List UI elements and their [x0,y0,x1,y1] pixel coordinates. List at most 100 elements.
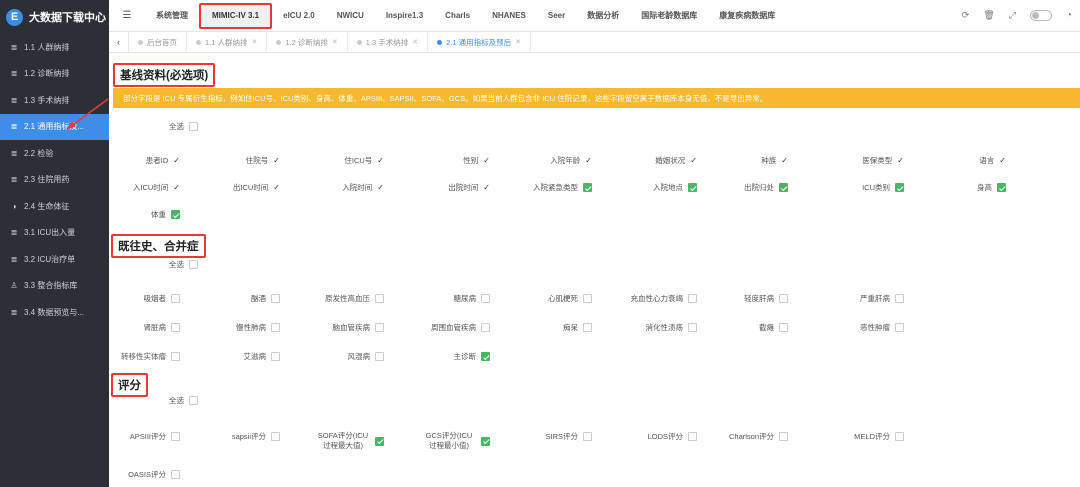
baseline-select-all[interactable]: 全选 [169,121,198,132]
checkbox[interactable] [375,323,384,332]
close-icon[interactable]: ✕ [332,38,338,46]
checkbox[interactable] [189,396,198,405]
sidebar-item[interactable]: ≣ 2.1 通用指标及... [0,113,109,140]
checkbox[interactable] [895,323,904,332]
tab[interactable]: 1.2 诊断纳排 ✕ [267,31,348,53]
close-icon[interactable]: ✕ [515,38,521,46]
field-option[interactable]: 截瘫 [693,322,788,333]
field-option[interactable]: 脑血管疾病 [289,322,384,333]
field-option[interactable]: SIRS评分 [497,431,592,442]
checkbox[interactable] [271,323,280,332]
field-option[interactable]: 消化性溃疡 [602,322,697,333]
menu-toggle-icon[interactable]: ☰ [109,10,145,21]
field-option[interactable]: sapsii评分 [185,431,280,442]
checkbox[interactable] [779,294,788,303]
tab-scroll-left-icon[interactable]: ‹ [109,31,129,53]
field-option[interactable]: 吸烟者 [85,293,180,304]
nav-item[interactable]: 国际老龄数据库 [630,0,708,32]
checkbox[interactable] [481,436,490,446]
checkbox[interactable] [583,183,592,192]
checkbox[interactable] [481,294,490,303]
nav-item[interactable]: 系统管理 [145,0,199,32]
nav-item[interactable]: 康复疾病数据库 [708,0,786,32]
sidebar-item[interactable]: ≣ 1.2 诊断纳排 [0,61,109,88]
checkbox[interactable] [171,352,180,361]
trash-icon[interactable]: 🗑 [983,10,994,21]
checkbox[interactable] [271,352,280,361]
history-select-all[interactable]: 全选 [169,259,198,270]
checkbox[interactable] [895,294,904,303]
checkbox[interactable] [481,323,490,332]
checkbox[interactable] [895,183,904,192]
field-option[interactable]: 艾滋病 [185,351,280,362]
close-icon[interactable]: ✕ [252,38,258,46]
nav-item[interactable]: Inspire1.3 [375,0,434,32]
checkbox[interactable] [583,432,592,441]
checkbox[interactable] [189,122,198,131]
field-option[interactable]: LODS评分 [602,431,697,442]
tab[interactable]: 1.3 手术纳排 ✕ [348,31,429,53]
field-option[interactable]: 风湿病 [289,351,384,362]
field-option[interactable]: APSIII评分 [85,431,180,442]
field-option[interactable]: 严重肝病 [809,293,904,304]
field-option[interactable]: 周围血管疾病 [395,322,490,333]
sidebar-item[interactable]: ≣ 1.1 人群纳排 [0,34,109,61]
field-option[interactable]: Charlson评分 [693,431,788,442]
tab[interactable]: 2.1 通用指标及预后 ✕ [428,31,532,53]
field-option[interactable]: OASIS评分 [85,469,180,480]
checkbox[interactable] [171,210,180,219]
scores-select-all[interactable]: 全选 [169,395,198,406]
checkbox[interactable] [779,183,788,192]
checkbox[interactable] [171,432,180,441]
checkbox[interactable] [583,294,592,303]
field-option[interactable]: 身高 [911,182,1006,193]
field-option[interactable]: 肾脏病 [85,322,180,333]
field-option[interactable]: 主诊断 [395,351,490,362]
theme-toggle[interactable] [1029,10,1052,21]
checkbox[interactable] [779,323,788,332]
field-option[interactable]: GCS评分(ICU过程最小值) [420,431,490,451]
field-option[interactable]: 原发性高血压 [289,293,384,304]
checkbox[interactable] [895,432,904,441]
checkbox[interactable] [583,323,592,332]
nav-item[interactable]: Seer [537,0,576,32]
nav-item[interactable]: NWICU [326,0,375,32]
close-icon[interactable]: ✕ [412,38,418,46]
checkbox[interactable] [171,294,180,303]
field-option[interactable]: 转移性实体瘤 [85,351,180,362]
field-option[interactable]: 心肌梗死 [497,293,592,304]
user-avatar-icon[interactable]: ◔ [1066,10,1072,21]
nav-item[interactable]: Charls [434,0,481,32]
checkbox[interactable] [375,436,384,446]
field-option[interactable]: 酗酒 [185,293,280,304]
field-option[interactable]: 入院紧急类型 [497,182,592,193]
checkbox[interactable] [271,294,280,303]
sidebar-item[interactable]: ≣ 3.2 ICU治疗单 [0,246,109,273]
checkbox[interactable] [375,352,384,361]
field-option[interactable]: 痴呆 [497,322,592,333]
checkbox[interactable] [189,260,198,269]
field-option[interactable]: SOFA评分(ICU过程最大值) [314,431,384,451]
field-option[interactable]: 糖尿病 [395,293,490,304]
checkbox[interactable] [779,432,788,441]
field-option[interactable]: ICU类别 [809,182,904,193]
nav-item[interactable]: eICU 2.0 [272,0,326,32]
nav-item[interactable]: MIMIC-IV 3.1 [199,2,273,29]
checkbox[interactable] [997,183,1006,192]
sidebar-item[interactable]: ≣ 3.1 ICU出入量 [0,220,109,247]
tab[interactable]: 后台首页 [129,31,187,53]
checkbox[interactable] [375,294,384,303]
nav-item[interactable]: NHANES [481,0,537,32]
checkbox[interactable] [171,323,180,332]
nav-item[interactable]: 数据分析 [576,0,630,32]
field-option[interactable]: 充血性心力衰竭 [602,293,697,304]
field-option[interactable]: 体重 [85,209,180,220]
checkbox[interactable] [171,470,180,479]
fullscreen-icon[interactable]: ⤢ [1009,10,1016,21]
field-option[interactable]: 恶性肿瘤 [809,322,904,333]
field-option[interactable]: MELD评分 [809,431,904,442]
field-option[interactable]: 出院归处 [693,182,788,193]
refresh-icon[interactable]: ⟳ [962,10,970,21]
field-option[interactable]: 入院地点 [602,182,697,193]
field-option[interactable]: 慢性肺病 [185,322,280,333]
